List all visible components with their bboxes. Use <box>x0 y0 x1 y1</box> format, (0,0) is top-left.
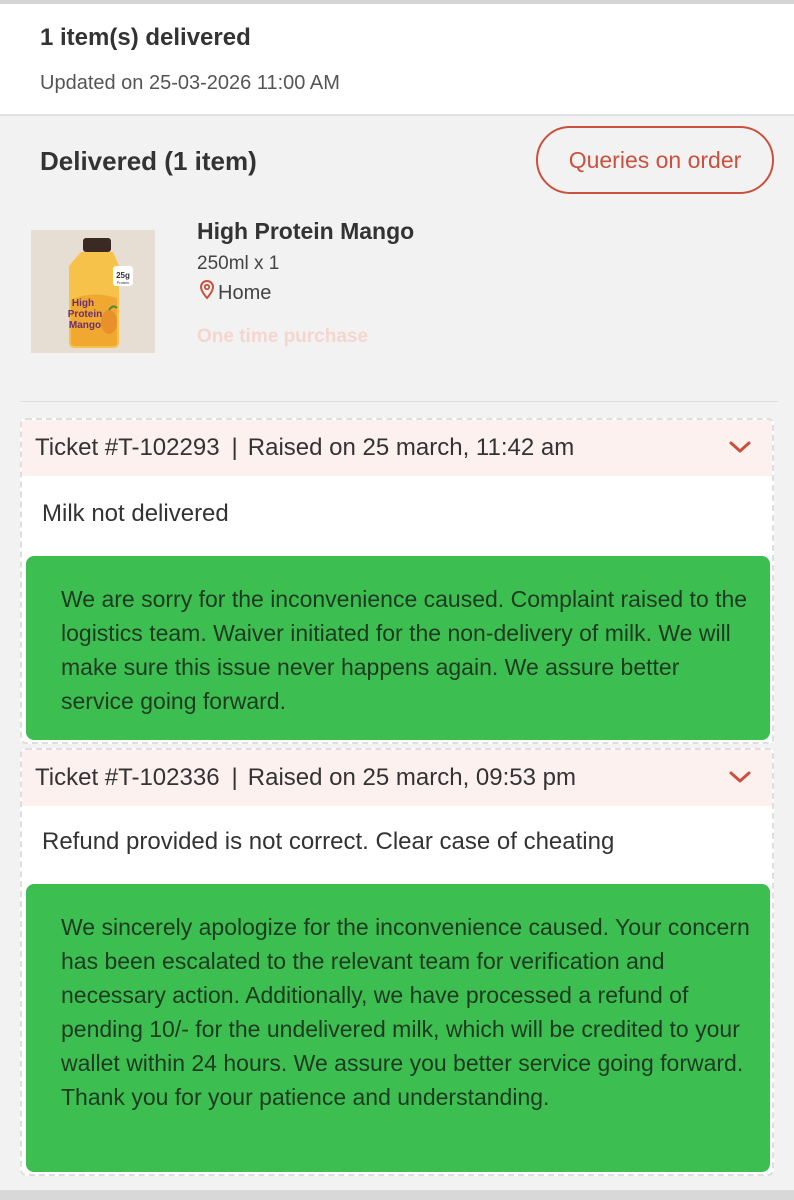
chevron-down-icon[interactable] <box>728 438 752 456</box>
delivery-status-title: 1 item(s) delivered <box>40 24 251 51</box>
ticket-separator: | <box>231 764 238 791</box>
chevron-down-icon[interactable] <box>728 768 752 786</box>
ticket-header[interactable]: Ticket #T-102336 | Raised on 25 march, 0… <box>22 750 772 806</box>
product-location: Home <box>199 279 272 306</box>
product-image: 25g Protein High Protein Mango <box>31 230 155 353</box>
ticket-reply-message: We sincerely apologize for the inconveni… <box>26 884 770 1172</box>
product-quantity: 250ml x 1 <box>197 253 280 274</box>
ticket-card: Ticket #T-102293 | Raised on 25 march, 1… <box>20 418 774 744</box>
section-divider <box>20 401 778 402</box>
ticket-issue-text: Milk not delivered <box>42 500 229 527</box>
ticket-reply-message: We are sorry for the inconvenience cause… <box>26 556 770 740</box>
bottle-protein-amount: 25g <box>116 271 130 280</box>
ticket-separator: | <box>231 434 238 461</box>
delivery-status-card: 1 item(s) delivered Updated on 25-03-202… <box>0 4 794 116</box>
delivery-updated-timestamp: Updated on 25-03-2026 11:00 AM <box>40 72 340 94</box>
bottle-label-line1: High <box>72 298 94 309</box>
bottle-label-line3: Mango <box>69 320 101 331</box>
ticket-card: Ticket #T-102336 | Raised on 25 march, 0… <box>20 748 774 1176</box>
ticket-raised-date: Raised on 25 march, 11:42 am <box>247 434 575 461</box>
queries-on-order-button[interactable]: Queries on order <box>536 126 774 194</box>
bottle-protein-word: Protein <box>117 280 130 285</box>
map-pin-icon <box>199 279 215 306</box>
delivered-section-title: Delivered (1 item) <box>40 146 257 176</box>
product-name: High Protein Mango <box>197 218 415 244</box>
ticket-id: Ticket #T-102293 <box>35 434 220 461</box>
product-location-label: Home <box>218 281 272 304</box>
bottle-label-line2: Protein <box>68 309 102 320</box>
purchase-type-label: One time purchase <box>197 326 369 347</box>
ticket-issue-text: Refund provided is not correct. Clear ca… <box>42 828 615 855</box>
ticket-raised-date: Raised on 25 march, 09:53 pm <box>247 764 576 791</box>
ticket-id: Ticket #T-102336 <box>35 764 220 791</box>
ticket-header[interactable]: Ticket #T-102293 | Raised on 25 march, 1… <box>22 420 772 476</box>
bottom-divider <box>0 1190 794 1200</box>
order-details-section: Delivered (1 item) Queries on order 25g … <box>0 118 794 1188</box>
